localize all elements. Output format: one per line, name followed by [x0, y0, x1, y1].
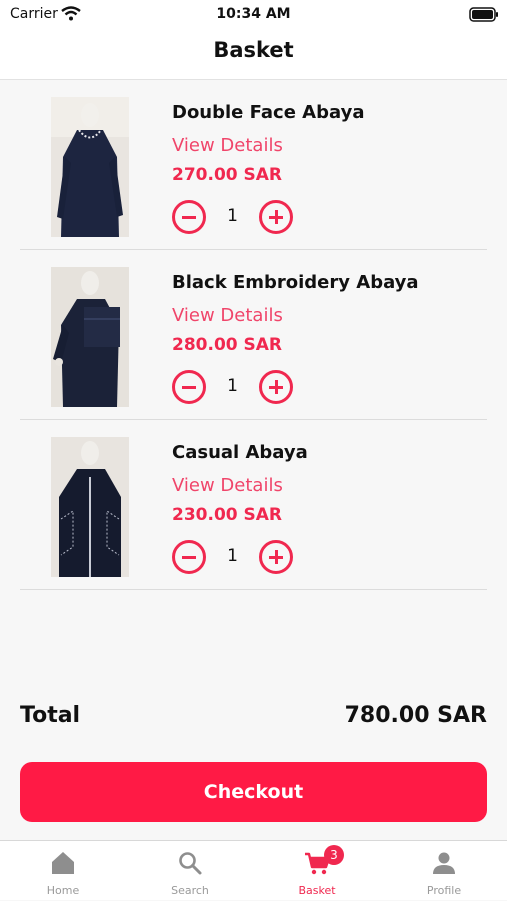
basket-item: Double Face Abaya View Details 270.00 SA…	[20, 80, 487, 250]
profile-icon	[431, 850, 457, 876]
tab-label: Basket	[298, 884, 336, 897]
increase-quantity-button[interactable]	[259, 540, 293, 574]
product-name: Black Embroidery Abaya	[172, 272, 419, 293]
quantity-value: 1	[227, 206, 238, 226]
basket-item: Black Embroidery Abaya View Details 280.…	[20, 250, 487, 420]
checkout-button[interactable]: Checkout	[20, 762, 487, 822]
quantity-stepper: 1	[172, 540, 297, 574]
tab-profile[interactable]: Profile	[381, 841, 507, 901]
tab-label: Home	[46, 884, 80, 897]
total-label: Total	[20, 703, 81, 728]
product-photo[interactable]	[51, 267, 129, 407]
quantity-value: 1	[227, 546, 238, 566]
quantity-stepper: 1	[172, 200, 297, 234]
status-time: 10:34 AM	[216, 6, 291, 22]
basket-item: Casual Abaya View Details 230.00 SAR 1	[20, 420, 487, 590]
decrease-quantity-button[interactable]	[172, 540, 206, 574]
battery-icon	[469, 7, 499, 26]
page-title: Basket	[213, 38, 294, 62]
total-row: Total 780.00 SAR	[20, 703, 487, 733]
cart-count-badge: 3	[324, 845, 344, 865]
tab-label: Search	[171, 884, 209, 897]
decrease-quantity-button[interactable]	[172, 370, 206, 404]
view-details-link[interactable]: View Details	[172, 475, 283, 496]
total-value: 780.00 SAR	[344, 703, 487, 728]
tab-bar: Home Search 3 Basket Profile	[0, 840, 507, 900]
minus-icon	[182, 215, 196, 219]
view-details-link[interactable]: View Details	[172, 135, 283, 156]
decrease-quantity-button[interactable]	[172, 200, 206, 234]
tab-basket[interactable]: 3 Basket	[254, 841, 380, 901]
tab-search[interactable]: Search	[127, 841, 253, 901]
search-icon	[177, 850, 203, 876]
minus-icon	[182, 385, 196, 389]
status-bar: Carrier 10:34 AM	[0, 0, 507, 30]
home-icon	[50, 850, 76, 876]
product-price: 280.00 SAR	[172, 335, 283, 355]
minus-icon	[182, 555, 196, 559]
quantity-stepper: 1	[172, 370, 297, 404]
product-photo[interactable]	[51, 97, 129, 237]
product-photo[interactable]	[51, 437, 129, 577]
product-price: 270.00 SAR	[172, 165, 283, 185]
product-name: Double Face Abaya	[172, 102, 365, 123]
quantity-value: 1	[227, 376, 238, 396]
navigation-bar: Basket	[0, 30, 507, 80]
tab-home[interactable]: Home	[0, 841, 126, 901]
product-name: Casual Abaya	[172, 442, 308, 463]
increase-quantity-button[interactable]	[259, 200, 293, 234]
product-price: 230.00 SAR	[172, 505, 283, 525]
tab-label: Profile	[426, 884, 462, 897]
increase-quantity-button[interactable]	[259, 370, 293, 404]
view-details-link[interactable]: View Details	[172, 305, 283, 326]
